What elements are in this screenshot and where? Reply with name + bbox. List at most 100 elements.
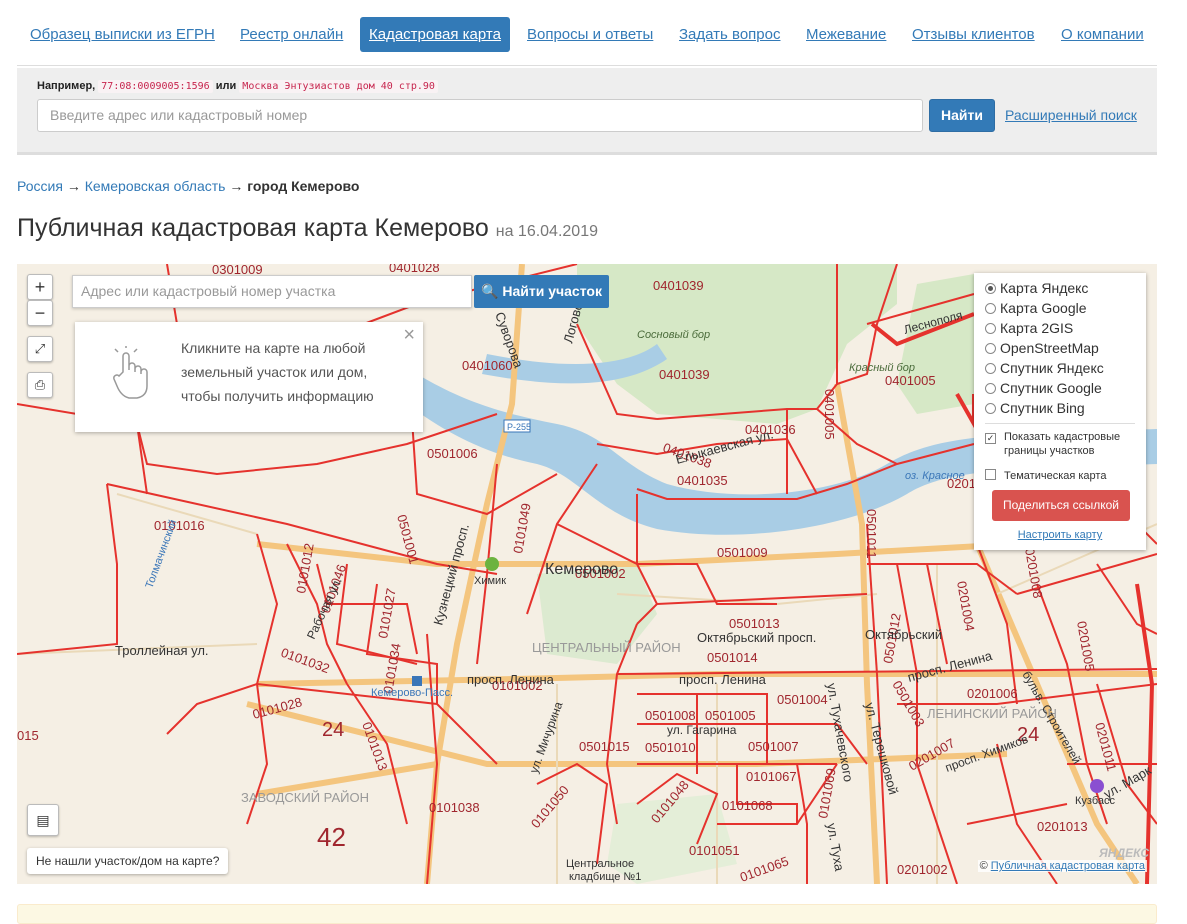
- checkbox-checked-icon[interactable]: ✓: [985, 433, 996, 444]
- radio-icon[interactable]: [985, 303, 996, 314]
- layer-option-google-sat[interactable]: Спутник Google: [985, 378, 1102, 398]
- breadcrumb-country[interactable]: Россия: [17, 178, 63, 194]
- configure-map-link[interactable]: Настроить карту: [974, 529, 1146, 541]
- parcel-label: 0501011: [864, 509, 879, 559]
- advanced-search-link[interactable]: Расширенный поиск: [1005, 107, 1137, 123]
- boundary: [166, 683, 258, 735]
- nav-item-reviews[interactable]: Отзывы клиентов: [903, 17, 1044, 52]
- nav-item-sample-egrn[interactable]: Образец выписки из ЕГРН: [21, 17, 224, 52]
- poi-label: кладбище №1: [569, 871, 641, 883]
- boundary: [246, 533, 279, 825]
- forest-area: [577, 264, 897, 424]
- parcel-label: 0501010: [645, 740, 696, 755]
- forest-area: [897, 274, 974, 414]
- ruler-icon[interactable]: ▤: [27, 804, 59, 836]
- copyright-sign: ©: [979, 860, 988, 872]
- poi-label: Химик: [474, 575, 506, 587]
- street-label: просп. Ленина: [906, 648, 995, 685]
- fullscreen-icon[interactable]: ⤢: [27, 336, 53, 362]
- boundary: [17, 483, 118, 655]
- tap-rays: [114, 346, 138, 353]
- parcel-label: 0101051: [689, 843, 740, 858]
- layer-option-google-map[interactable]: Карта Google: [985, 298, 1087, 318]
- street-label: ул. Гагарина: [667, 723, 737, 737]
- search-icon: 🔍: [481, 283, 499, 299]
- parcel-label: 0201006: [967, 686, 1018, 701]
- search-input[interactable]: Введите адрес или кадастровый номер: [37, 99, 923, 132]
- radio-icon[interactable]: [985, 383, 996, 394]
- street-label: Елыкаевская ул.: [674, 426, 775, 467]
- layer-label: Карта 2GIS: [1000, 320, 1074, 336]
- train-station-icon[interactable]: [412, 676, 422, 686]
- boundary: [1096, 563, 1157, 635]
- forest-label: Сосновый бор: [637, 329, 710, 341]
- layer-option-osm[interactable]: OpenStreetMap: [985, 338, 1099, 358]
- parcel-label: 0101027: [375, 587, 399, 639]
- layer-label: Карта Google: [1000, 300, 1087, 316]
- not-found-button[interactable]: Не нашли участок/дом на карте?: [27, 848, 229, 874]
- nav-item-ask-question[interactable]: Задать вопрос: [670, 17, 789, 52]
- close-icon[interactable]: ×: [403, 324, 415, 347]
- map-search-input[interactable]: Адрес или кадастровый номер участка: [72, 275, 472, 308]
- parcel-label: 0101065: [738, 853, 791, 884]
- radio-icon[interactable]: [985, 363, 996, 374]
- nav-item-faq[interactable]: Вопросы и ответы: [518, 17, 662, 52]
- district-label: ЗАВОДСКИЙ РАЙОН: [241, 790, 369, 805]
- page-title-date: на 16.04.2019: [495, 223, 598, 240]
- street-label: Октябрьский: [865, 627, 942, 642]
- parcel-label: 0201004: [954, 580, 978, 632]
- parcel-label: 0401005: [822, 389, 837, 440]
- radio-icon[interactable]: [985, 323, 996, 334]
- search-example: Например, 77:08:0009005:1596 или Москва …: [37, 80, 438, 93]
- layer-option-yandex-map[interactable]: Карта Яндекс: [985, 278, 1088, 298]
- parcel-label: 015: [17, 728, 39, 743]
- radio-icon[interactable]: [985, 343, 996, 354]
- nav-item-registry-online[interactable]: Реестр онлайн: [231, 17, 352, 52]
- bottom-alert: [17, 904, 1157, 924]
- breadcrumb: Россия → Кемеровская область → город Кем…: [17, 178, 359, 194]
- parcel-label: 0501004: [777, 692, 828, 707]
- layer-option-2gis[interactable]: Карта 2GIS: [985, 318, 1073, 338]
- parcel-label: 0101068: [722, 798, 773, 813]
- find-button[interactable]: Найти: [929, 99, 995, 132]
- parcel-label: 0401005: [885, 373, 936, 388]
- parcel-label: 0201002: [897, 862, 948, 877]
- nav-item-cadastral-map[interactable]: Кадастровая карта: [360, 17, 510, 52]
- district-label: ЛЕНИНСКИЙ РАЙОН: [927, 706, 1057, 721]
- layer-option-yandex-sat[interactable]: Спутник Яндекс: [985, 358, 1104, 378]
- example-or: или: [215, 80, 237, 92]
- parcel-label: 0101069: [815, 767, 839, 819]
- show-boundaries-toggle[interactable]: ✓ Показать кадастровые границы участков: [985, 430, 1120, 457]
- breadcrumb-arrow: →: [229, 178, 244, 194]
- nav-item-about[interactable]: О компании: [1052, 17, 1153, 52]
- poi-marker[interactable]: [485, 557, 499, 571]
- parcel-label: 0401039: [653, 278, 704, 293]
- breadcrumb-region[interactable]: Кемеровская область: [85, 178, 226, 194]
- boundary: [896, 563, 958, 884]
- print-icon[interactable]: ⎙: [27, 372, 53, 398]
- poi-marker[interactable]: [1090, 779, 1104, 793]
- radio-icon[interactable]: [985, 403, 996, 414]
- parcel-label: 0101016: [154, 518, 205, 533]
- layer-label: Спутник Google: [1000, 380, 1102, 396]
- parcel-label: 0101038: [429, 800, 480, 815]
- cadastral-map[interactable]: 0301009 0401028 0401039 0401039 0401060 …: [17, 264, 1157, 884]
- lake-label: оз. Красное: [905, 470, 965, 482]
- parcel-label: 0501013: [729, 616, 780, 631]
- street-label: ул. Туха: [824, 822, 847, 873]
- parcel-label: 0101013: [359, 720, 390, 773]
- parcel-label: 0401060: [462, 358, 513, 373]
- zoom-in-button[interactable]: +: [27, 274, 53, 300]
- layer-option-bing-sat[interactable]: Спутник Bing: [985, 398, 1085, 418]
- zoom-out-button[interactable]: −: [27, 300, 53, 326]
- forest-label: Красный бор: [849, 362, 915, 374]
- attribution-link[interactable]: Публичная кадастровая карта: [991, 860, 1145, 872]
- boundary: [796, 763, 808, 884]
- share-link-button[interactable]: Поделиться ссылкой: [992, 490, 1130, 521]
- radio-selected-icon[interactable]: [985, 283, 996, 294]
- thematic-map-toggle[interactable]: Тематическая карта: [985, 466, 1106, 486]
- parcel-label: 0501009: [717, 545, 768, 560]
- checkbox-icon[interactable]: [985, 469, 996, 480]
- find-parcel-button[interactable]: 🔍 Найти участок: [474, 275, 609, 308]
- nav-item-land-survey[interactable]: Межевание: [797, 17, 895, 52]
